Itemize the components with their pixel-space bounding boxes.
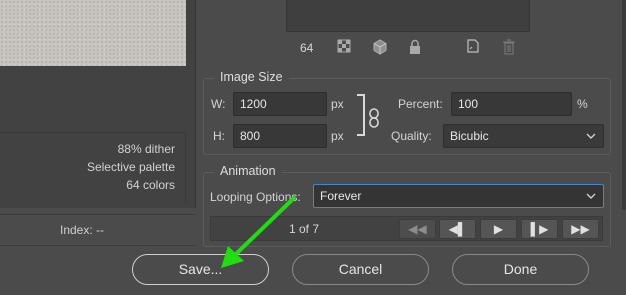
new-color-icon[interactable]: [465, 39, 481, 55]
percent-input[interactable]: 100: [451, 92, 572, 116]
lock-icon[interactable]: [407, 39, 423, 55]
first-frame-button[interactable]: ◀◀: [399, 219, 436, 239]
animation-title: Animation: [214, 164, 282, 178]
constrain-bracket: [357, 94, 365, 136]
height-input[interactable]: 800: [233, 124, 327, 148]
link-proportions-icon[interactable]: [367, 108, 383, 128]
color-count: 64: [300, 41, 314, 55]
previous-frame-button[interactable]: ◀▌: [439, 219, 476, 239]
save-button[interactable]: Save...: [132, 254, 269, 285]
colors-info: 64 colors: [126, 178, 175, 192]
frame-counter: 1 of 7: [289, 222, 320, 236]
looping-label: Looping Options:: [210, 190, 301, 204]
looping-select[interactable]: Forever: [313, 184, 604, 208]
percent-unit: %: [577, 97, 588, 111]
divider: [0, 214, 196, 215]
scrollbar[interactable]: [622, 0, 626, 210]
play-button[interactable]: ▶: [480, 219, 517, 239]
width-label: W:: [211, 97, 226, 111]
delete-icon[interactable]: [501, 39, 517, 55]
preview-panel: 88% dither Selective palette 64 colors: [0, 0, 196, 208]
height-label: H:: [213, 129, 225, 143]
index-readout: Index: --: [60, 223, 105, 237]
image-size-title: Image Size: [214, 70, 289, 84]
quality-label: Quality:: [391, 129, 432, 143]
divider: [0, 245, 196, 246]
percent-label: Percent:: [398, 97, 443, 111]
height-unit: px: [331, 129, 344, 143]
done-button[interactable]: Done: [452, 254, 589, 285]
quality-select[interactable]: Bicubic: [443, 124, 604, 148]
last-frame-button[interactable]: ▶▶: [562, 219, 599, 239]
width-unit: px: [331, 97, 344, 111]
web-snap-icon[interactable]: [372, 39, 388, 55]
palette-info: Selective palette: [86, 160, 175, 174]
transparency-icon[interactable]: [336, 39, 352, 55]
preview-image: [0, 0, 186, 66]
dither-info: 88% dither: [117, 142, 175, 156]
chevron-down-icon: [586, 133, 596, 139]
cancel-button[interactable]: Cancel: [292, 254, 429, 285]
preview-info: 88% dither Selective palette 64 colors: [0, 132, 186, 204]
chevron-down-icon: [586, 193, 596, 199]
looping-value: Forever: [320, 189, 362, 203]
width-input[interactable]: 1200: [233, 92, 327, 116]
next-frame-button[interactable]: ▌▶: [521, 219, 558, 239]
quality-value: Bicubic: [450, 129, 489, 143]
color-table[interactable]: [286, 0, 530, 32]
